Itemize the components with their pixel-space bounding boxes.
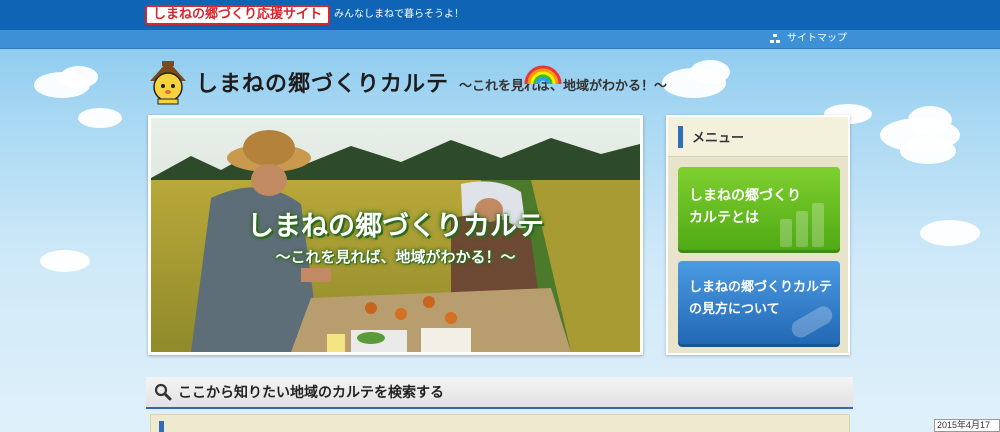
hero-banner: しまねの郷づくりカルテ ～これを見れば、地域がわかる！～: [148, 115, 643, 355]
menu-accent-bar: [678, 125, 683, 148]
document-icon: [780, 219, 792, 247]
hero-title: しまねの郷づくりカルテ: [247, 211, 544, 242]
site-tagline: みんなしまねで暮らそうよ！: [334, 9, 464, 20]
sitemap-icon: [770, 34, 781, 44]
menu-header: メニュー: [668, 117, 848, 157]
cloud-decoration: [60, 66, 98, 88]
logo-subtitle: ～これを見れば、地域がわかる！～: [459, 78, 668, 94]
search-section-header: ここから知りたい地域のカルテを検索する: [146, 377, 853, 409]
cloud-decoration: [920, 220, 980, 246]
how-to-read-button[interactable]: しまねの郷づくりカルテ の見方について: [678, 261, 840, 347]
sitemap-link[interactable]: サイトマップ: [770, 32, 847, 46]
menu-panel: メニュー しまねの郷づくり カルテとは しまねの郷づくりカルテ の見方について: [666, 115, 850, 355]
rainbow-icon: [524, 65, 562, 84]
cloud-decoration: [40, 250, 90, 272]
site-logo[interactable]: しまねの郷づくりカルテ ～これを見れば、地域がわかる！～: [146, 58, 667, 106]
site-badge[interactable]: しまねの郷づくり応援サイト: [145, 5, 331, 25]
hero-subtitle: ～これを見れば、地域がわかる！～: [275, 248, 516, 266]
search-heading: ここから知りたい地域のカルテを検索する: [178, 385, 444, 401]
cloud-decoration: [78, 108, 122, 128]
sitemap-label: サイトマップ: [787, 33, 847, 44]
cloud-decoration: [908, 106, 952, 134]
cloud-decoration: [900, 138, 956, 164]
date-label: 2015年4月17日: [934, 419, 1000, 432]
search-icon: [154, 383, 172, 401]
mascot-icon: [146, 59, 190, 105]
about-karte-button[interactable]: しまねの郷づくり カルテとは: [678, 167, 840, 253]
document-icon: [812, 203, 824, 247]
document-icon: [796, 211, 808, 247]
cloud-decoration: [690, 60, 730, 84]
panel-accent-bar: [159, 421, 164, 432]
logo-title: しまねの郷づくりカルテ: [196, 72, 450, 97]
menu-heading: メニュー: [692, 131, 745, 146]
top-bar: しまねの郷づくり応援サイト みんなしまねで暮らそうよ！: [0, 0, 1000, 30]
sub-bar: サイトマップ: [0, 30, 1000, 49]
how-to-read-line1: しまねの郷づくりカルテ: [689, 280, 833, 295]
search-panel: [150, 414, 850, 432]
